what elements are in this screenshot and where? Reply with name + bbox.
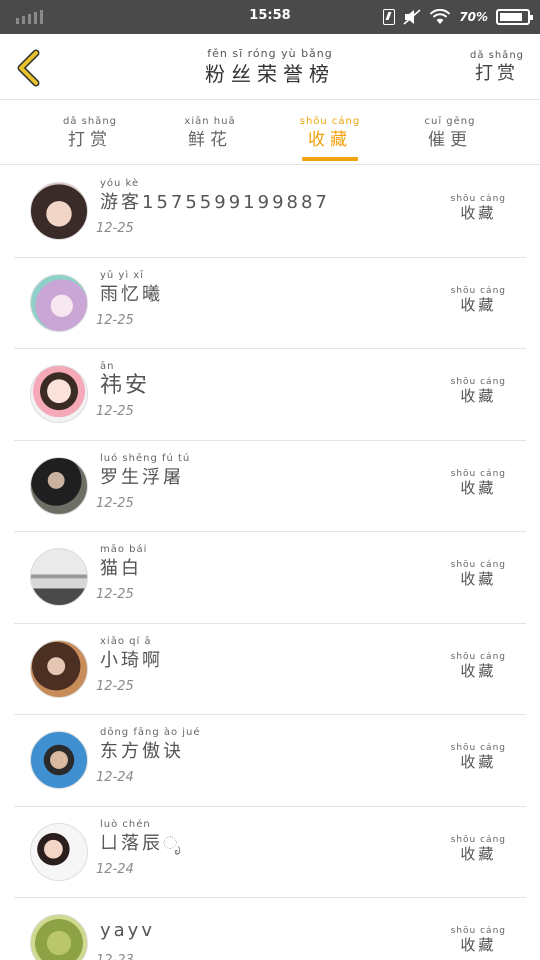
fan-list: yóu kè 游客1575599199887 12-25 shōu cáng 收… — [14, 166, 526, 960]
user-name: ㄩ落辰ೃ — [100, 832, 184, 854]
favorite-label: 收藏 — [460, 295, 497, 314]
favorite-button[interactable]: shōu cáng 收藏 — [451, 652, 506, 681]
active-tab-indicator — [302, 157, 358, 161]
favorite-label: 收藏 — [460, 661, 497, 680]
battery-percent: 70% — [459, 10, 488, 24]
user-name: 雨忆曦 — [100, 283, 163, 305]
status-bar: 15:58 70% — [0, 0, 540, 34]
favorite-button[interactable]: shōu cáng 收藏 — [451, 286, 506, 315]
favorite-date: 12-25 — [96, 312, 134, 328]
favorite-button[interactable]: shōu cáng 收藏 — [451, 469, 506, 498]
favorite-button[interactable]: shōu cáng 收藏 — [451, 835, 506, 864]
favorite-label: 收藏 — [460, 478, 497, 497]
favorite-button[interactable]: shōu cáng 收藏 — [451, 926, 506, 955]
user-name: 罗生浮屠 — [100, 466, 184, 488]
list-item[interactable]: ān 祎安 12-25 shōu cáng 收藏 — [14, 349, 526, 441]
page-title: fěn sī róng yù bǎng 粉丝荣誉榜 — [0, 47, 540, 87]
list-item[interactable]: luò chén ㄩ落辰ೃ 12-24 shōu cáng 收藏 — [14, 807, 526, 898]
mute-icon — [403, 9, 421, 25]
charging-icon — [383, 9, 396, 25]
favorite-button[interactable]: shōu cáng 收藏 — [451, 560, 506, 589]
favorite-label: 收藏 — [460, 204, 497, 222]
avatar[interactable] — [30, 548, 88, 606]
favorite-date: 12-24 — [96, 770, 134, 785]
tab-flowers[interactable]: xiān huā 鲜花 — [160, 116, 260, 150]
avatar[interactable] — [30, 914, 88, 960]
wifi-icon — [430, 9, 451, 24]
favorite-date: 12-25 — [96, 221, 134, 236]
favorite-date: 12-25 — [96, 587, 134, 602]
tab-favorites[interactable]: shōu cáng 收藏 — [280, 116, 380, 150]
tab-label: 收藏 — [308, 130, 352, 150]
favorite-label: 收藏 — [460, 844, 497, 863]
favorite-label: 收藏 — [460, 387, 497, 405]
list-item[interactable]: māo bái 猫白 12-25 shōu cáng 收藏 — [14, 532, 526, 624]
favorite-label: 收藏 — [460, 753, 497, 771]
favorite-button[interactable]: shōu cáng 收藏 — [451, 194, 506, 223]
list-item[interactable]: yǔ yì xī 雨忆曦 12-25 shōu cáng 收藏 — [14, 258, 526, 349]
tab-label: 鲜花 — [188, 130, 232, 150]
avatar[interactable] — [30, 273, 88, 332]
avatar[interactable] — [30, 822, 88, 881]
favorite-date: 12-23 — [96, 953, 134, 960]
list-item[interactable]: yayv 12-23 shōu cáng 收藏 — [14, 898, 526, 960]
user-name: yayv — [100, 920, 155, 941]
list-item[interactable]: luó shēng fú tú 罗生浮屠 12-25 shōu cáng 收藏 — [14, 441, 526, 532]
avatar[interactable] — [30, 456, 88, 515]
user-name: 小琦啊 — [100, 649, 163, 671]
favorite-button[interactable]: shōu cáng 收藏 — [451, 743, 506, 772]
header: fěn sī róng yù bǎng 粉丝荣誉榜 dǎ shǎng 打赏 — [0, 34, 540, 100]
tab-urge-update[interactable]: cuī gēng 催更 — [400, 116, 500, 150]
favorite-date: 12-24 — [96, 861, 134, 877]
avatar[interactable] — [30, 365, 88, 423]
user-name: 祎安 — [100, 373, 151, 398]
tab-reward[interactable]: dǎ shǎng 打赏 — [40, 116, 140, 150]
user-name: 猫白 — [100, 558, 142, 579]
list-item[interactable]: yóu kè 游客1575599199887 12-25 shōu cáng 收… — [14, 166, 526, 258]
list-item[interactable]: dōng fāng ào jué 东方傲诀 12-24 shōu cáng 收藏 — [14, 715, 526, 807]
tab-label: 催更 — [428, 130, 472, 150]
favorite-date: 12-25 — [96, 404, 134, 419]
battery-icon — [496, 9, 533, 25]
avatar[interactable] — [30, 731, 88, 789]
user-name: 游客1575599199887 — [100, 192, 330, 213]
user-name: 东方傲诀 — [100, 741, 184, 762]
reward-button[interactable]: dǎ shǎng 打赏 — [470, 50, 524, 85]
favorite-label: 收藏 — [460, 570, 497, 588]
avatar[interactable] — [30, 639, 88, 698]
reward-button-label: 打赏 — [474, 63, 519, 84]
favorite-label: 收藏 — [460, 936, 497, 954]
favorite-button[interactable]: shōu cáng 收藏 — [451, 377, 506, 406]
page-title-text: 粉丝荣誉榜 — [205, 62, 335, 86]
favorite-date: 12-25 — [96, 678, 134, 694]
list-item[interactable]: xiǎo qí ā 小琦啊 12-25 shōu cáng 收藏 — [14, 624, 526, 715]
favorite-date: 12-25 — [96, 495, 134, 511]
tab-label: 打赏 — [68, 130, 112, 150]
tab-bar: dǎ shǎng 打赏 xiān huā 鲜花 shōu cáng 收藏 cuī… — [0, 101, 540, 165]
avatar[interactable] — [30, 182, 88, 240]
